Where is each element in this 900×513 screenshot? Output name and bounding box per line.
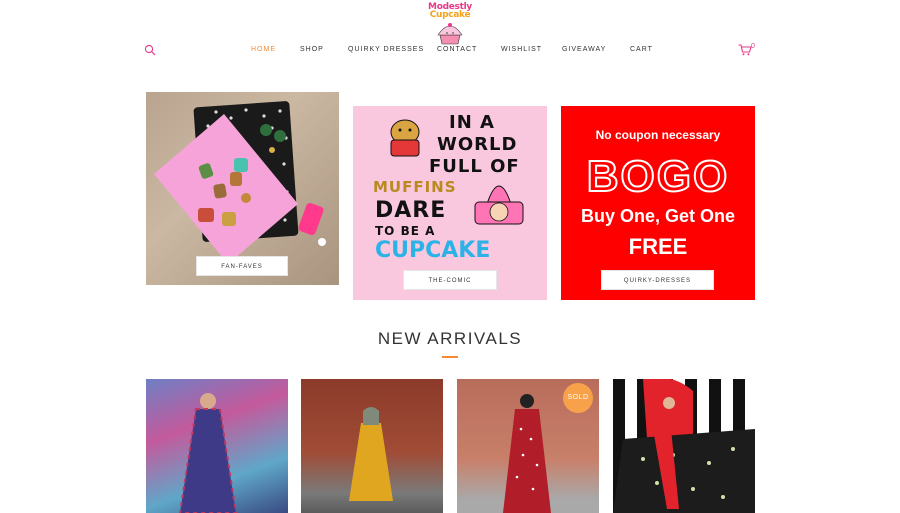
fan-faves-button[interactable]: FAN-FAVES [196,256,288,276]
comic-line-6: TO BE A [375,224,436,238]
comic-line-5: DARE [375,198,447,223]
new-arrivals-heading: NEW ARRIVALS [377,329,523,348]
heading-underline [442,356,458,358]
site-header: Modestly Cupcake HOME SHOP QUIRKY DRESSE… [0,0,900,80]
promo-tile-comic[interactable]: IN A WORLD FULL OF MUFFINS DARE TO BE A … [353,106,547,300]
sold-badge: SOLD [563,383,593,413]
nav-home[interactable]: HOME [251,46,276,53]
cupcake-mascot-icon [437,23,463,45]
bogo-headline: BOGO [586,151,730,202]
nav-contact[interactable]: CONTACT [437,46,477,53]
product-photo-mustard-dress [349,407,393,501]
bogo-top-text: No coupon necessary [595,128,721,142]
cart-count-badge: 0 [751,43,755,50]
quirky-dresses-button[interactable]: QUIRKY-DRESSES [601,270,714,290]
product-photo-black-floral-dress [613,379,755,513]
comic-line-2: WORLD [437,134,518,155]
nav-shop[interactable]: SHOP [300,46,324,53]
comic-line-4: MUFFINS [373,178,457,196]
site-logo[interactable]: Modestly Cupcake [424,3,476,45]
comic-line-7: CUPCAKE [375,238,491,263]
cart-icon[interactable] [738,44,752,56]
main-navigation: HOME SHOP QUIRKY DRESSES CONTACT WISHLIS… [0,46,900,56]
bogo-free-text: FREE [628,234,688,259]
product-card[interactable] [613,379,755,513]
nav-cart[interactable]: CART [630,46,653,53]
the-comic-button[interactable]: THE-COMIC [403,270,497,290]
product-card[interactable] [146,379,288,513]
promo-tile-fan-faves[interactable]: FAN-FAVES [146,92,339,285]
product-card[interactable] [301,379,443,513]
comic-line-3: FULL OF [429,156,520,177]
nav-giveaway[interactable]: GIVEAWAY [562,46,606,53]
promo-tile-bogo[interactable]: No coupon necessary BOGO Buy One, Get On… [561,106,755,300]
comic-line-1: IN A [449,112,495,133]
nav-wishlist[interactable]: WISHLIST [501,46,542,53]
bogo-subline: Buy One, Get One [580,206,736,226]
product-photo-plaid-dress [178,393,238,513]
nav-quirky-dresses[interactable]: QUIRKY DRESSES [348,46,424,53]
